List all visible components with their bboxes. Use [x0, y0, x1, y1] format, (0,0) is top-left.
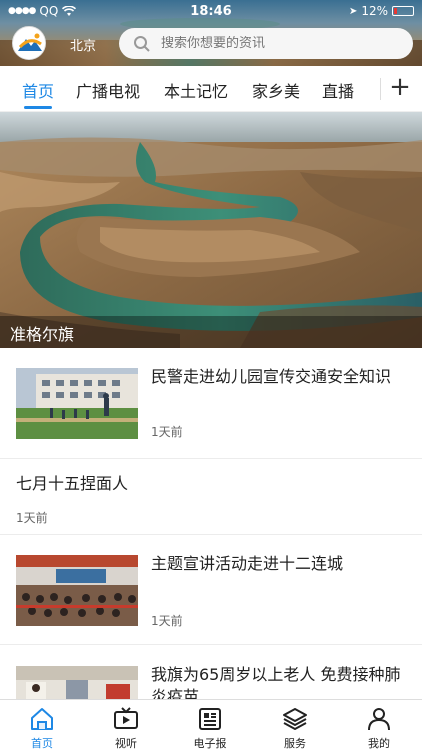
active-tab-indicator: [24, 106, 52, 109]
banner-carousel[interactable]: 准格尔旗: [0, 112, 422, 348]
home-icon: [31, 708, 53, 730]
news-item[interactable]: 民警走进幼儿园宣传交通安全知识 1天前: [0, 348, 422, 459]
header-top-row: 北京: [0, 24, 422, 64]
tab-hometown[interactable]: 家乡美: [252, 78, 300, 102]
battery-percent: 12%: [361, 4, 388, 18]
location-arrow-icon: ➤: [348, 5, 358, 17]
news-item[interactable]: 我旗为65周岁以上老人 免费接种肺炎疫苗: [0, 645, 422, 737]
nav-label: 首页: [31, 737, 53, 750]
news-item[interactable]: 主题宣讲活动走进十二连城 1天前: [0, 535, 422, 645]
channel-tabs: 首页 广播电视 本土记忆 家乡美 直播 +: [0, 66, 422, 112]
wifi-icon: [62, 5, 77, 16]
banner-image: [0, 112, 422, 348]
newspaper-icon: [199, 708, 221, 730]
search-input[interactable]: [161, 36, 391, 51]
signal-icon: ●●●●: [8, 6, 36, 16]
header: ●●●● QQ 18:46 ➤ 12% 北京: [0, 0, 422, 66]
news-title: 民警走进幼儿园宣传交通安全知识: [151, 367, 392, 386]
nav-service[interactable]: 服务: [265, 706, 325, 750]
status-left: ●●●● QQ: [8, 4, 77, 18]
battery-icon: [392, 6, 414, 16]
tab-broadcast-tv[interactable]: 广播电视: [76, 78, 140, 102]
news-title: 七月十五捏面人: [16, 474, 129, 493]
app-logo[interactable]: [12, 26, 46, 60]
plus-icon[interactable]: +: [388, 72, 412, 102]
status-bar: ●●●● QQ 18:46 ➤ 12%: [0, 0, 422, 22]
tab-local-memory[interactable]: 本土记忆: [164, 78, 228, 102]
search-icon: [134, 35, 150, 52]
nav-label: 我的: [368, 737, 390, 750]
nav-label: 视听: [115, 737, 137, 750]
nav-mine[interactable]: 我的: [349, 706, 409, 750]
banner-caption: 准格尔旗: [0, 316, 422, 348]
layers-icon: [283, 708, 307, 730]
tab-fade: [360, 66, 380, 111]
search-bar[interactable]: [119, 28, 413, 59]
news-thumbnail: [16, 555, 138, 626]
news-time: 1天前: [151, 425, 183, 439]
nav-av[interactable]: 视听: [96, 706, 156, 750]
carrier-label: QQ: [39, 4, 59, 18]
tab-divider: [380, 78, 381, 100]
city-selector[interactable]: 北京: [70, 35, 96, 54]
logo-icon: [13, 27, 45, 59]
user-icon: [368, 708, 390, 731]
nav-label: 服务: [284, 737, 306, 750]
news-thumbnail: [16, 368, 138, 439]
status-right: ➤ 12%: [349, 4, 414, 18]
nav-home[interactable]: 首页: [12, 706, 72, 750]
news-time: 1天前: [16, 511, 48, 525]
tab-home[interactable]: 首页: [22, 78, 54, 102]
news-title: 主题宣讲活动走进十二连城: [151, 554, 344, 573]
tv-icon: [114, 707, 138, 729]
news-item[interactable]: 七月十五捏面人 1天前: [0, 459, 422, 535]
tab-live[interactable]: 直播: [322, 78, 354, 102]
bottom-nav: 首页 视听 电子报 服务 我的: [0, 699, 422, 750]
news-time: 1天前: [151, 614, 183, 628]
nav-label: 电子报: [193, 737, 227, 750]
nav-epaper[interactable]: 电子报: [180, 706, 240, 750]
